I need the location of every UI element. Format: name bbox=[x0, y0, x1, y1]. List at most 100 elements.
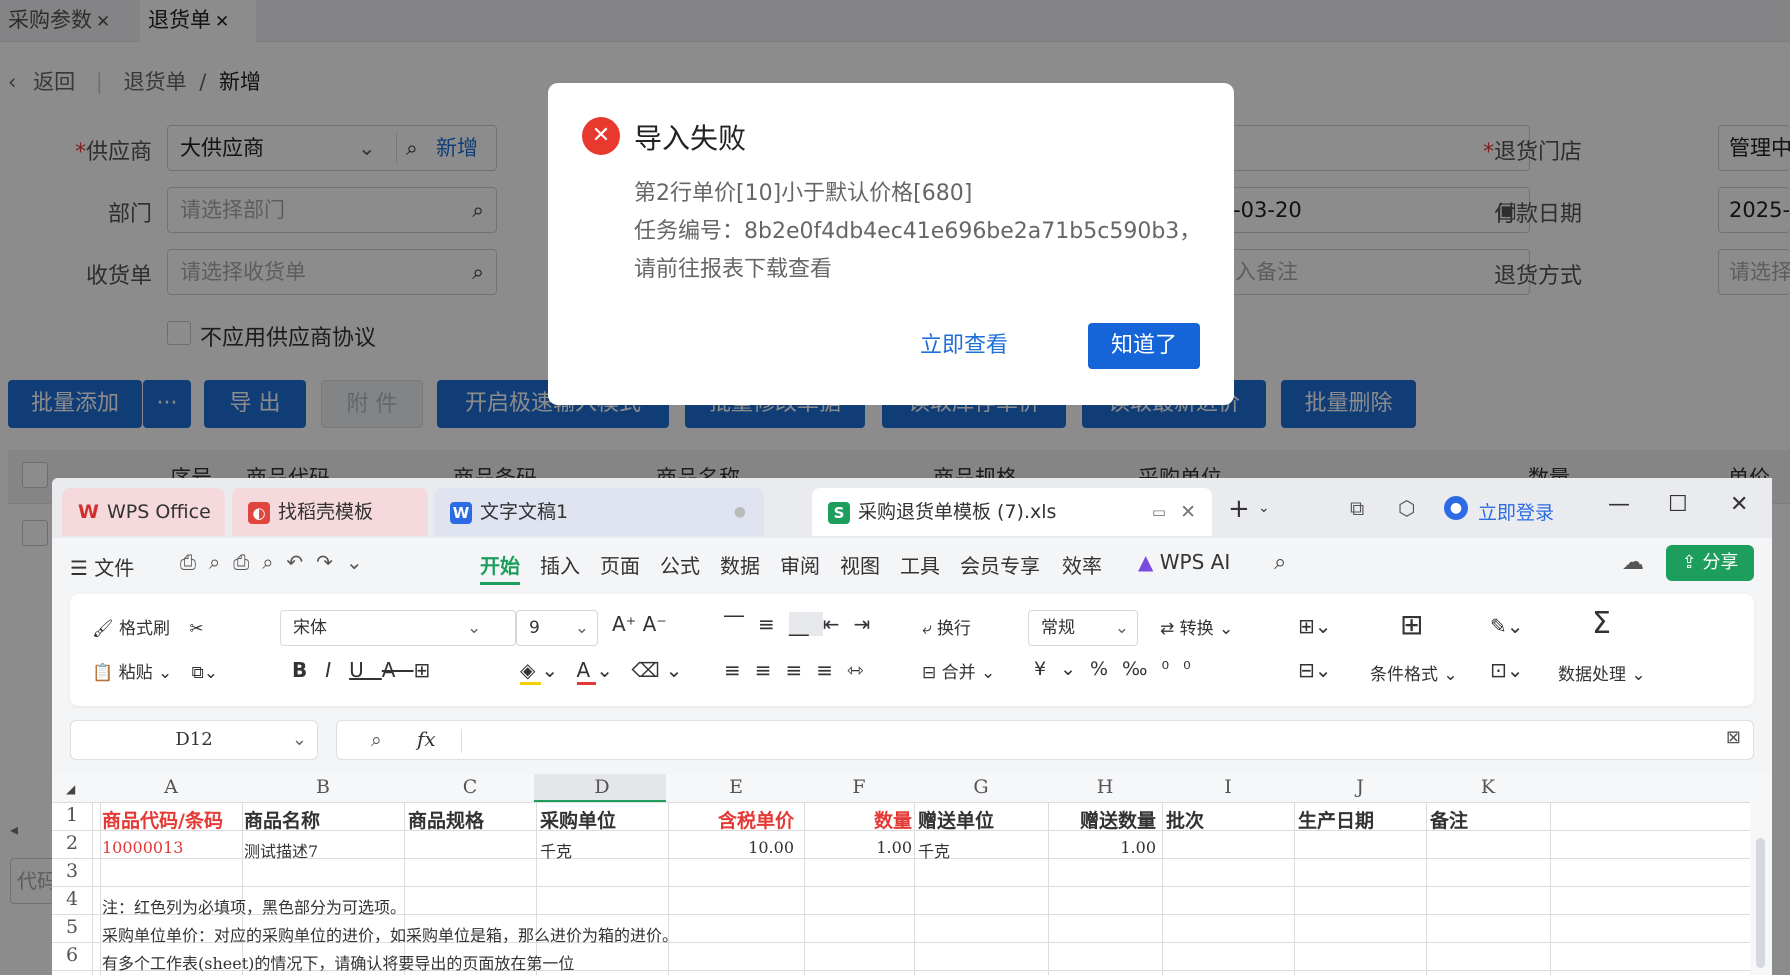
login-link[interactable]: 立即登录 bbox=[1478, 498, 1554, 525]
number-format-select[interactable]: 常规 ⌄ bbox=[1028, 610, 1138, 646]
select-all-corner-icon[interactable]: ◢ bbox=[66, 782, 75, 796]
quick-access-toolbar[interactable]: ⎙⌕⎙⌕↶↷⌄ bbox=[180, 550, 376, 574]
window-icon[interactable]: ▭ bbox=[1152, 488, 1166, 536]
paste-button[interactable]: 📋 粘贴 ⌄ ⧉⌄ bbox=[92, 658, 218, 683]
header-cell[interactable]: 商品代码/条码 bbox=[102, 806, 223, 833]
font-family-select[interactable]: 宋体 ⌄ bbox=[280, 610, 516, 646]
zoom-icon[interactable]: ⌕ bbox=[371, 729, 382, 751]
row-header[interactable]: 4 bbox=[52, 888, 92, 910]
note-cell[interactable]: 有多个工作表(sheet)的情况下，请确认将要导出的页面放在第一位 bbox=[102, 950, 574, 974]
chevron-down-icon[interactable]: ⌄ bbox=[1258, 500, 1270, 516]
header-cell[interactable]: 采购单位 bbox=[540, 806, 616, 833]
wrap-button[interactable]: ⤶ 换行 bbox=[922, 614, 971, 639]
user-icon[interactable]: ● bbox=[1444, 496, 1468, 520]
data-cell[interactable]: 千克 bbox=[540, 838, 572, 862]
header-cell[interactable]: 数量 bbox=[808, 806, 912, 833]
font-grow-icon[interactable]: A⁺ A⁻ bbox=[612, 612, 667, 636]
header-cell[interactable]: 赠送数量 bbox=[1052, 806, 1156, 833]
row-header[interactable]: 2 bbox=[52, 832, 92, 854]
menu-data[interactable]: 数据 bbox=[720, 550, 760, 579]
minimize-icon[interactable]: — bbox=[1608, 492, 1630, 517]
row-header[interactable]: 1 bbox=[52, 804, 92, 826]
formula-bar[interactable]: ⌕ fx ⊠ bbox=[336, 720, 1754, 760]
border-icon[interactable]: ⊡⌄ bbox=[1490, 658, 1524, 682]
format-painter-button[interactable]: 🖌 格式刷 ✂ bbox=[92, 614, 204, 639]
cell-style-icon[interactable]: ⊟⌄ bbox=[1298, 658, 1332, 682]
data-cell[interactable]: 千克 bbox=[918, 838, 950, 862]
menu-tools[interactable]: 工具 bbox=[900, 550, 940, 579]
cond-format-button[interactable]: 条件格式 ⌄ bbox=[1370, 660, 1458, 685]
align-left-icons[interactable]: ≡≡≡≡⇿ bbox=[724, 658, 878, 682]
menu-page[interactable]: 页面 bbox=[600, 550, 640, 579]
header-cell[interactable]: 商品名称 bbox=[244, 806, 320, 833]
data-proc-button[interactable]: 数据处理 ⌄ bbox=[1558, 660, 1646, 685]
menu-efficiency[interactable]: 效率 bbox=[1062, 550, 1102, 579]
style-brush-icon[interactable]: ✎⌄ bbox=[1490, 614, 1524, 638]
file-menu[interactable]: ☰ 文件 bbox=[70, 552, 134, 581]
menu-insert[interactable]: 插入 bbox=[540, 550, 580, 579]
column-header[interactable]: H bbox=[1048, 776, 1162, 798]
number-format-icons[interactable]: ¥⌄%‰⁰⁰ bbox=[1034, 658, 1205, 680]
data-cell[interactable]: 测试描述7 bbox=[244, 838, 318, 862]
column-header[interactable]: F bbox=[804, 776, 914, 798]
column-header[interactable]: K bbox=[1426, 776, 1550, 798]
header-cell[interactable]: 批次 bbox=[1166, 806, 1204, 833]
maximize-icon[interactable]: ☐ bbox=[1668, 492, 1688, 517]
menu-wps-ai[interactable]: ▲ WPS AI bbox=[1138, 550, 1230, 574]
copy-icon[interactable]: ⧉⌄ bbox=[192, 663, 218, 683]
menu-member[interactable]: 会员专享 bbox=[960, 550, 1040, 579]
column-header[interactable]: I bbox=[1162, 776, 1294, 798]
row-header[interactable]: 3 bbox=[52, 860, 92, 882]
data-cell[interactable]: 10.00 bbox=[672, 838, 794, 857]
ok-button[interactable]: 知道了 bbox=[1088, 323, 1200, 369]
new-tab-icon[interactable]: + bbox=[1228, 494, 1250, 524]
name-box[interactable]: D12 ⌄ bbox=[70, 720, 318, 760]
note-cell[interactable]: 采购单位单价：对应的采购单位的进价，如采购单位是箱，那么进价为箱的进价。 bbox=[102, 922, 678, 946]
data-cell[interactable]: 1.00 bbox=[808, 838, 912, 857]
menu-start[interactable]: 开始 bbox=[480, 550, 520, 585]
data-cell[interactable]: 1.00 bbox=[1052, 838, 1156, 857]
wps-tab-xls[interactable]: S 采购退货单模板 (7).xls ▭ ✕ bbox=[812, 488, 1212, 536]
font-style-buttons[interactable]: BIUA⊞ bbox=[292, 658, 448, 682]
menu-view[interactable]: 视图 bbox=[840, 550, 880, 579]
header-cell[interactable]: 备注 bbox=[1430, 806, 1468, 833]
cube-icon[interactable]: ⬡ bbox=[1398, 496, 1415, 520]
header-cell[interactable]: 赠送单位 bbox=[918, 806, 994, 833]
menu-formula[interactable]: 公式 bbox=[660, 550, 700, 579]
row-header[interactable]: 5 bbox=[52, 916, 92, 938]
wps-tab-home[interactable]: W WPS Office bbox=[62, 488, 225, 536]
merge-button[interactable]: ⊟ 合并 ⌄ bbox=[922, 658, 995, 683]
view-now-link[interactable]: 立即查看 bbox=[920, 323, 1008, 369]
row-header[interactable]: 6 bbox=[52, 944, 92, 966]
fill-color-icon[interactable]: ◈⌄ A⌄ ⌫⌄ bbox=[520, 658, 688, 685]
align-top-icons[interactable]: ⎺≡⎽⇤⇥ bbox=[724, 612, 884, 636]
column-header[interactable]: J bbox=[1294, 776, 1426, 798]
search-icon[interactable]: ⌕ bbox=[1274, 550, 1286, 575]
data-cell[interactable]: 10000013 bbox=[102, 838, 183, 857]
vertical-scrollbar[interactable] bbox=[1750, 802, 1772, 975]
expand-formula-icon[interactable]: ⊠ bbox=[1726, 727, 1741, 748]
header-cell[interactable]: 商品规格 bbox=[408, 806, 484, 833]
column-header[interactable]: D bbox=[536, 776, 668, 798]
header-cell[interactable]: 含税单价 bbox=[672, 806, 794, 833]
scrollbar-thumb[interactable] bbox=[1756, 838, 1765, 968]
column-header[interactable]: G bbox=[914, 776, 1048, 798]
font-size-select[interactable]: 9 ⌄ bbox=[516, 610, 598, 646]
share-button[interactable]: ⇪ 分享 bbox=[1666, 545, 1754, 581]
column-header[interactable]: A bbox=[100, 776, 242, 798]
close-icon[interactable]: ✕ bbox=[1180, 488, 1196, 536]
tab-manager-icon[interactable]: ⧉ bbox=[1350, 496, 1364, 520]
convert-button[interactable]: ⇄ 转换 ⌄ bbox=[1160, 614, 1233, 639]
function-icon[interactable]: fx bbox=[417, 727, 436, 751]
cut-icon[interactable]: ✂ bbox=[189, 619, 203, 639]
column-header[interactable]: C bbox=[404, 776, 536, 798]
note-cell[interactable]: 注：红色列为必填项，黑色部分为可选项。 bbox=[102, 894, 406, 918]
wps-tab-doc[interactable]: W 文字文稿1 ● bbox=[434, 488, 764, 536]
table-style-icon[interactable]: ⊞⌄ bbox=[1298, 614, 1332, 638]
cloud-upload-icon[interactable]: ☁ bbox=[1622, 550, 1644, 575]
menu-review[interactable]: 审阅 bbox=[780, 550, 820, 579]
column-header[interactable]: B bbox=[242, 776, 404, 798]
wps-tab-docer[interactable]: ◐ 找稻壳模板 bbox=[232, 488, 428, 536]
close-window-icon[interactable]: ✕ bbox=[1730, 492, 1748, 517]
column-header[interactable]: E bbox=[668, 776, 804, 798]
